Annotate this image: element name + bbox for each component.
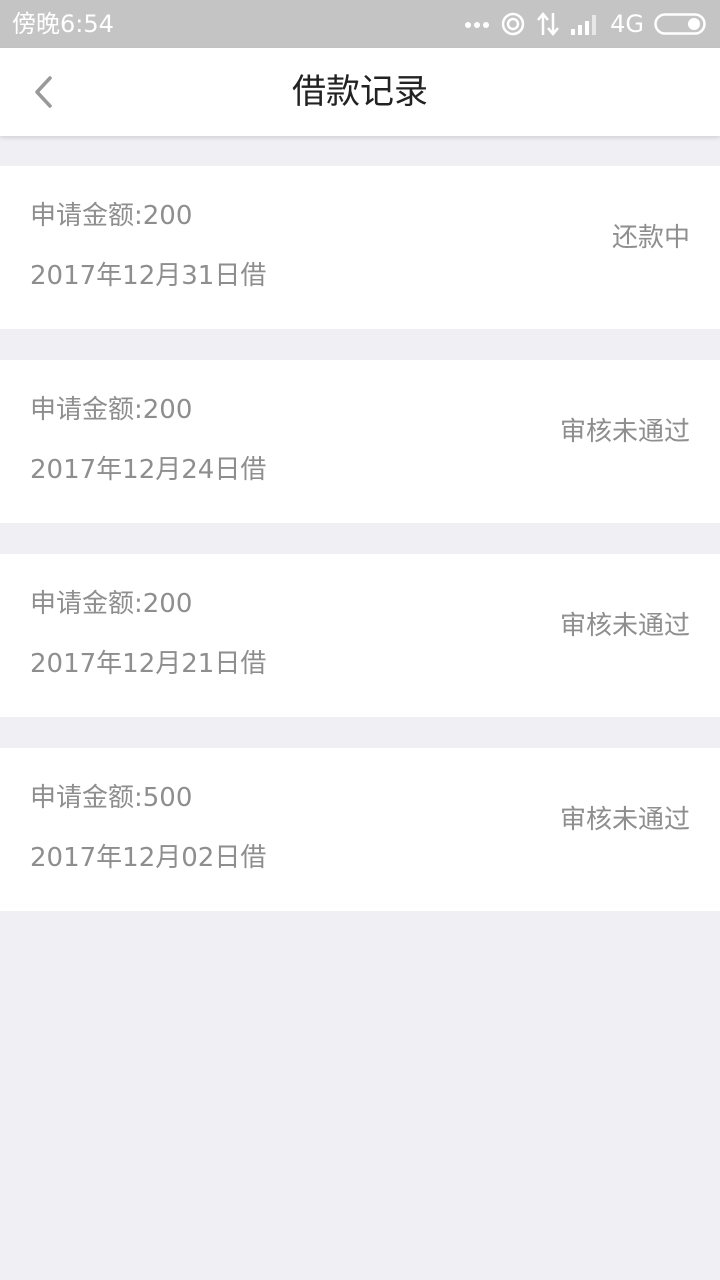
list-item[interactable]: 申请金额:200 2017年12月21日借 审核未通过	[0, 554, 720, 717]
chevron-left-icon	[35, 76, 52, 108]
signal-icon	[571, 15, 597, 35]
list-item[interactable]: 申请金额:200 2017年12月31日借 还款中	[0, 166, 720, 329]
record-date: 2017年12月24日借	[30, 455, 267, 485]
status-badge: 审核未通过	[559, 805, 690, 835]
record-amount: 申请金额:200	[30, 589, 193, 619]
data-arrows-icon	[537, 12, 560, 36]
network-label: 4G	[610, 10, 644, 38]
record-date: 2017年12月02日借	[30, 843, 267, 873]
hotspot-icon	[501, 12, 525, 36]
list-item[interactable]: 申请金额:200 2017年12月24日借 审核未通过	[0, 360, 720, 523]
dots-icon	[465, 22, 490, 28]
record-amount: 申请金额:200	[30, 201, 193, 231]
record-date: 2017年12月31日借	[30, 261, 267, 291]
status-bar: 傍晚6:54 4G	[0, 0, 720, 48]
status-badge: 审核未通过	[559, 611, 690, 641]
list-item[interactable]: 申请金额:500 2017年12月02日借 审核未通过	[0, 748, 720, 911]
record-date: 2017年12月21日借	[30, 649, 267, 679]
nav-bar: 借款记录	[0, 48, 720, 136]
page-title: 借款记录	[292, 72, 428, 112]
record-amount: 申请金额:500	[30, 783, 193, 813]
record-amount: 申请金额:200	[30, 395, 193, 425]
status-badge: 还款中	[611, 223, 690, 253]
status-icons: 4G	[464, 8, 708, 40]
back-button[interactable]	[18, 66, 70, 118]
battery-icon	[654, 13, 706, 35]
status-badge: 审核未通过	[559, 417, 690, 447]
record-list: 申请金额:200 2017年12月31日借 还款中 申请金额:200 2017年…	[0, 166, 720, 942]
status-time: 傍晚6:54	[12, 10, 114, 38]
